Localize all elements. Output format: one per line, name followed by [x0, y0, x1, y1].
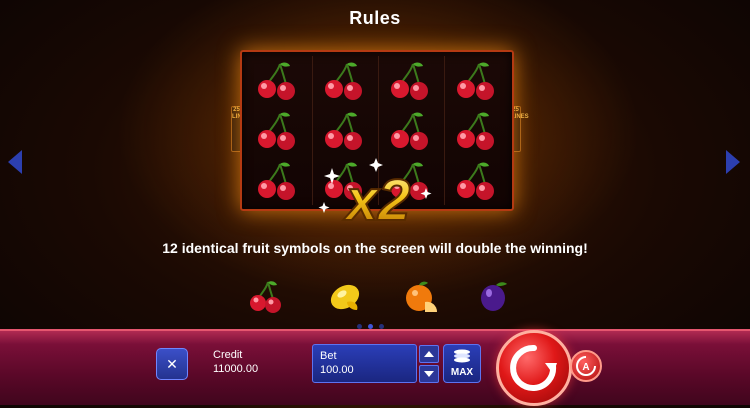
cherry-icon	[250, 281, 281, 313]
sparkle-icon	[420, 188, 432, 199]
sparkle-icon	[324, 168, 340, 184]
close-button[interactable]: ✕	[156, 348, 188, 380]
cherry-icon	[250, 158, 304, 204]
lemon-icon	[330, 284, 360, 310]
chevron-up-icon	[424, 351, 434, 357]
next-page-arrow-icon[interactable]	[726, 150, 740, 174]
multiplier-x2-graphic: x2	[318, 158, 432, 234]
cherry-icon	[317, 58, 371, 104]
autoplay-button[interactable]: A	[570, 350, 602, 382]
bet-label: Bet	[320, 350, 337, 362]
plum-icon	[481, 282, 507, 311]
cherry-icon	[449, 58, 503, 104]
cherry-icon	[449, 108, 503, 154]
rule-description: 12 identical fruit symbols on the screen…	[162, 240, 588, 256]
multiplier-text: x2	[343, 168, 411, 233]
bet-decrease-button[interactable]	[419, 365, 439, 383]
svg-text:A: A	[582, 362, 589, 373]
credit-value: 11000.00	[213, 363, 259, 375]
spin-arrow-icon	[510, 344, 557, 391]
cherry-icon	[317, 108, 371, 154]
bet-increase-button[interactable]	[419, 345, 439, 363]
autoplay-icon: A	[576, 356, 596, 376]
chevron-down-icon	[424, 371, 434, 377]
reel-column	[246, 56, 308, 205]
prev-page-arrow-icon[interactable]	[8, 150, 22, 174]
sparkle-icon	[318, 202, 330, 213]
coin-stack-icon	[454, 349, 470, 363]
max-bet-button[interactable]: MAX	[443, 344, 481, 383]
max-label: MAX	[450, 367, 474, 378]
spin-button[interactable]	[496, 330, 572, 406]
bet-value: 100.00	[320, 364, 354, 376]
credit-label: Credit	[213, 349, 243, 361]
reel-column	[444, 56, 507, 205]
cherry-icon	[449, 158, 503, 204]
orange-icon	[406, 281, 438, 312]
page-title: Rules	[349, 8, 401, 28]
cherry-icon	[250, 58, 304, 104]
bet-display: Bet 100.00	[312, 344, 417, 383]
cherry-icon	[383, 58, 437, 104]
cherry-icon	[383, 108, 437, 154]
cherry-icon	[250, 108, 304, 154]
